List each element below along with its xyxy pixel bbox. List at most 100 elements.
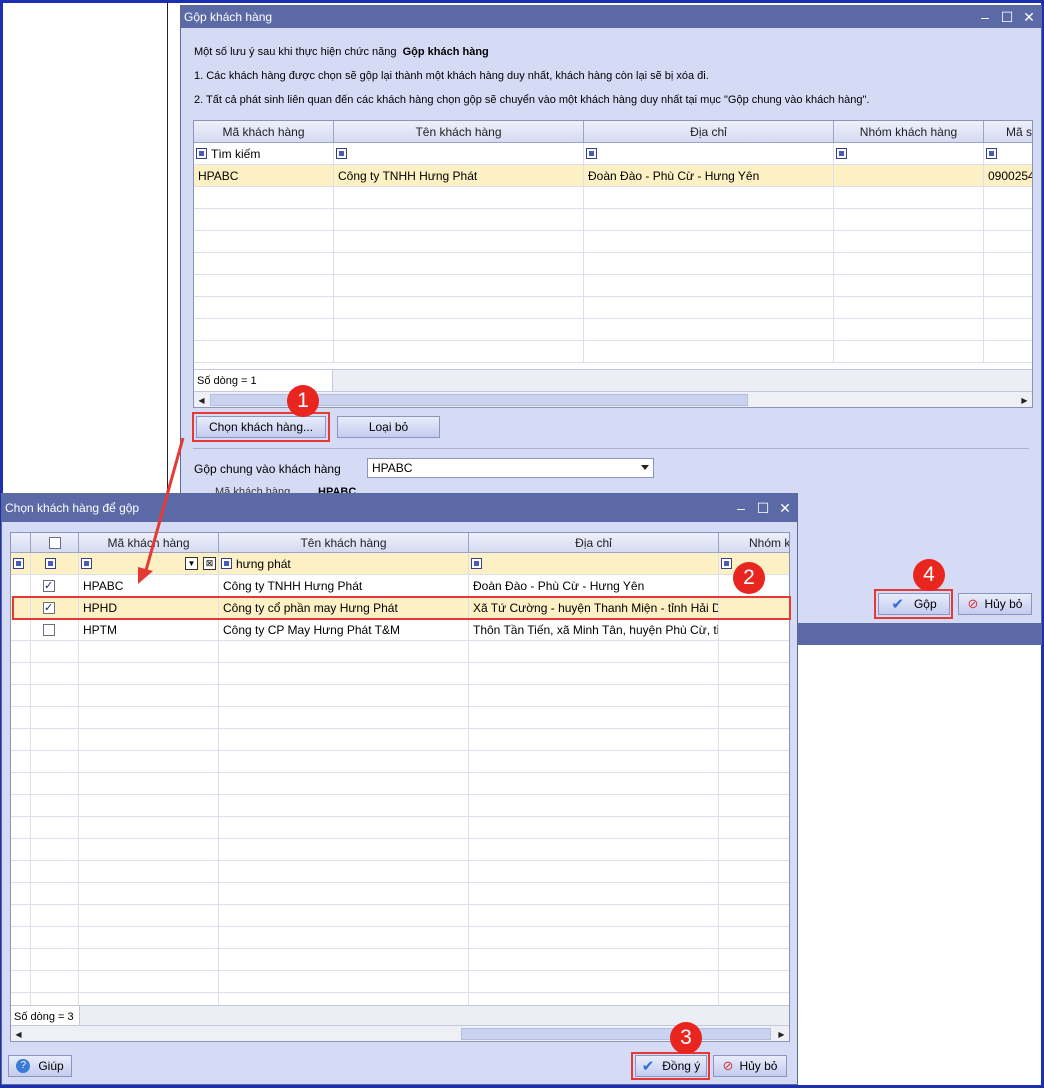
filter-icon[interactable] xyxy=(586,148,597,159)
close-icon[interactable]: ✕ xyxy=(1021,9,1037,25)
filter-cell-name[interactable] xyxy=(334,143,584,164)
dropdown-icon[interactable]: ▼ xyxy=(185,557,198,570)
empty-cell xyxy=(11,839,31,860)
empty-cell xyxy=(79,905,219,926)
close-icon[interactable]: ✕ xyxy=(777,500,793,516)
filter-icon[interactable] xyxy=(45,558,56,569)
empty-cell xyxy=(834,231,984,252)
filter-cell-code[interactable]: Tìm kiếm xyxy=(194,143,334,164)
filter-cell-group[interactable] xyxy=(834,143,984,164)
empty-cell xyxy=(469,707,719,728)
empty-row xyxy=(11,707,789,729)
col-header-code[interactable]: Mã khách hàng xyxy=(79,533,219,552)
step-badge-4: 4 xyxy=(913,559,945,591)
cell-code: HPABC xyxy=(79,575,219,596)
merge-window-title: Gộp khách hàng xyxy=(184,10,273,24)
empty-cell xyxy=(834,253,984,274)
remove-button[interactable]: Loại bỏ xyxy=(337,416,440,438)
empty-row xyxy=(194,275,1032,297)
filter-icon[interactable] xyxy=(196,148,207,159)
empty-cell xyxy=(11,883,31,904)
maximize-icon[interactable]: ☐ xyxy=(755,500,771,516)
cell-number: 09002544 xyxy=(984,165,1032,186)
filter-icon[interactable] xyxy=(721,558,732,569)
empty-cell xyxy=(469,685,719,706)
filter-icon[interactable] xyxy=(81,558,92,569)
empty-cell xyxy=(11,927,31,948)
scroll-thumb[interactable] xyxy=(461,1028,771,1040)
empty-cell xyxy=(79,861,219,882)
table-row[interactable]: HPTM Công ty CP May Hưng Phát T&M Thôn T… xyxy=(11,619,789,641)
col-header-address[interactable]: Địa chỉ xyxy=(584,121,834,142)
maximize-icon[interactable]: ☐ xyxy=(999,9,1015,25)
col-header-check[interactable] xyxy=(31,533,79,552)
cancel-merge-button[interactable]: ⊘ Hủy bỏ xyxy=(958,593,1032,615)
col-header-code[interactable]: Mã khách hàng xyxy=(194,121,334,142)
minimize-icon[interactable]: – xyxy=(977,9,993,25)
empty-cell xyxy=(834,297,984,318)
highlight-box xyxy=(12,596,791,620)
empty-cell xyxy=(11,949,31,970)
empty-row xyxy=(11,817,789,839)
empty-cell xyxy=(334,253,584,274)
empty-cell xyxy=(219,883,469,904)
empty-cell xyxy=(719,729,789,750)
horizontal-scrollbar[interactable]: ◀ ▶ xyxy=(194,391,1032,407)
col-header-group[interactable]: Nhóm k xyxy=(719,533,789,552)
filter-icon[interactable] xyxy=(986,148,997,159)
row-checkbox[interactable] xyxy=(43,579,55,592)
row-check-cell[interactable] xyxy=(31,575,79,596)
filter-cell-code[interactable]: ▼ ⊠ xyxy=(79,553,219,574)
filter-cell-number[interactable] xyxy=(984,143,1032,164)
filter-cell-name[interactable]: hưng phát xyxy=(219,553,469,574)
filter-cell-address[interactable] xyxy=(584,143,834,164)
empty-cell xyxy=(584,253,834,274)
chevron-down-icon[interactable] xyxy=(641,465,649,470)
filter-cell-indicator[interactable] xyxy=(11,553,31,574)
row-checkbox[interactable] xyxy=(43,623,55,636)
empty-cell xyxy=(79,795,219,816)
col-header-address[interactable]: Địa chỉ xyxy=(469,533,719,552)
empty-row xyxy=(194,297,1032,319)
filter-icon[interactable] xyxy=(471,558,482,569)
filter-cell-address[interactable] xyxy=(469,553,719,574)
empty-cell xyxy=(11,905,31,926)
filter-cell-check[interactable] xyxy=(31,553,79,574)
scroll-left-icon[interactable]: ◀ xyxy=(194,392,209,407)
help-button[interactable]: ? Giúp xyxy=(8,1055,72,1077)
empty-cell xyxy=(31,663,79,684)
filter-icon[interactable] xyxy=(221,558,232,569)
col-header-group[interactable]: Nhóm khách hàng xyxy=(834,121,984,142)
filter-icon[interactable] xyxy=(13,558,24,569)
empty-cell xyxy=(719,839,789,860)
empty-row xyxy=(11,839,789,861)
minimize-icon[interactable]: – xyxy=(733,500,749,516)
empty-cell xyxy=(219,795,469,816)
row-check-cell[interactable] xyxy=(31,619,79,640)
cancel-choose-button[interactable]: ⊘ Hủy bỏ xyxy=(713,1055,787,1077)
empty-cell xyxy=(31,795,79,816)
empty-cell xyxy=(31,949,79,970)
empty-cell xyxy=(584,297,834,318)
empty-row xyxy=(11,795,789,817)
empty-cell xyxy=(719,905,789,926)
filter-icon[interactable] xyxy=(336,148,347,159)
merge-into-select[interactable]: HPABC xyxy=(367,458,654,478)
col-header-number[interactable]: Mã số xyxy=(984,121,1032,142)
table-row[interactable]: HPABC Công ty TNHH Hưng Phát Đoàn Đào - … xyxy=(11,575,789,597)
clear-filter-icon[interactable]: ⊠ xyxy=(203,557,216,570)
empty-cell xyxy=(11,729,31,750)
scroll-left-icon[interactable]: ◀ xyxy=(11,1026,26,1041)
col-header-name[interactable]: Tên khách hàng xyxy=(334,121,584,142)
table-row[interactable]: HPABC Công ty TNHH Hưng Phát Đoàn Đào - … xyxy=(194,165,1032,187)
merge-into-label: Gộp chung vào khách hàng xyxy=(194,462,341,476)
empty-row xyxy=(194,253,1032,275)
empty-cell xyxy=(219,707,469,728)
col-header-name[interactable]: Tên khách hàng xyxy=(219,533,469,552)
empty-cell xyxy=(334,187,584,208)
scroll-right-icon[interactable]: ▶ xyxy=(1017,392,1032,407)
empty-cell xyxy=(469,729,719,750)
filter-icon[interactable] xyxy=(836,148,847,159)
scroll-right-icon[interactable]: ▶ xyxy=(774,1026,789,1041)
select-all-checkbox[interactable] xyxy=(48,536,61,549)
